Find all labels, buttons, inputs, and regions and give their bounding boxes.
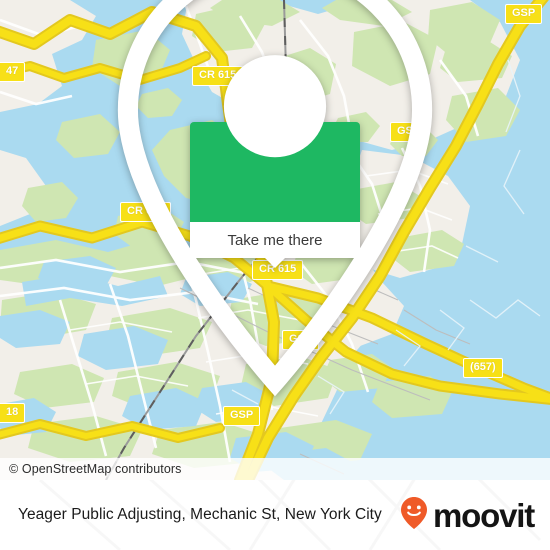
moovit-smiling-pin-icon <box>399 496 429 535</box>
moovit-logo[interactable]: moovit <box>399 496 535 535</box>
popup-tail-pointer <box>264 257 286 268</box>
take-me-there-label: Take me there <box>227 231 323 249</box>
popup-pin-panel[interactable] <box>117 0 433 397</box>
map-canvas[interactable]: 47 CR 615 GSP GSP CR 658 CR 615 GSP (657… <box>0 0 550 480</box>
footer-bar: Yeager Public Adjusting, Mechanic St, Ne… <box>0 480 550 550</box>
footer-row: Yeager Public Adjusting, Mechanic St, Ne… <box>0 480 550 550</box>
location-popup-card[interactable]: Take me there <box>117 0 433 397</box>
moovit-map-screenshot: 47 CR 615 GSP GSP CR 658 CR 615 GSP (657… <box>0 0 550 550</box>
moovit-wordmark: moovit <box>433 496 535 534</box>
map-pin-icon <box>0 0 550 412</box>
map-attribution[interactable]: © OpenStreetMap contributors <box>0 458 550 480</box>
attribution-text: © OpenStreetMap contributors <box>9 462 182 476</box>
place-title: Yeager Public Adjusting, Mechanic St, Ne… <box>18 506 382 523</box>
